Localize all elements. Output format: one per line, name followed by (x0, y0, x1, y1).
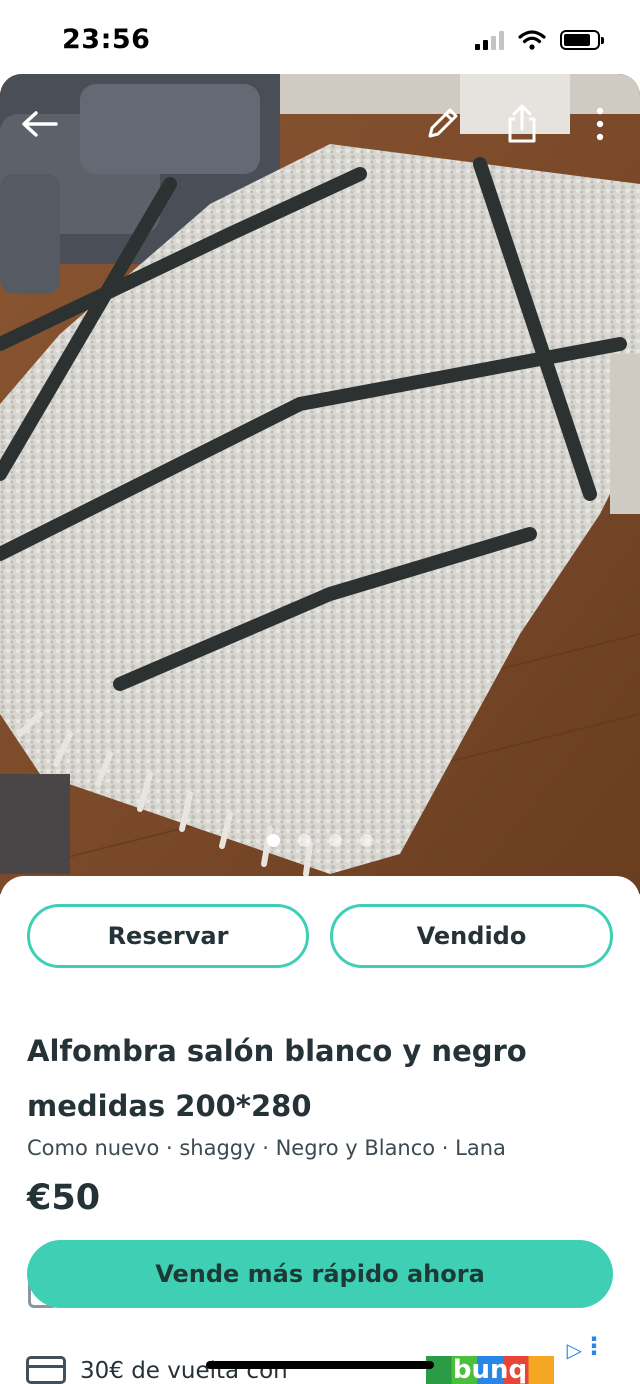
share-button[interactable] (494, 96, 550, 152)
ad-brand-label: bunq (452, 1356, 528, 1384)
wifi-icon (518, 30, 546, 50)
ad-banner[interactable]: 30€ de vuelta con bunq ▷ ⋮ (0, 1332, 640, 1384)
listing-attributes: Como nuevo · shaggy · Negro y Blanco · L… (27, 1136, 506, 1160)
listing-price: €50 (27, 1178, 101, 1218)
credit-card-icon (26, 1356, 66, 1384)
listing-photo[interactable] (0, 74, 640, 894)
pagination-dot[interactable] (360, 834, 373, 847)
gallery-pagination (0, 834, 640, 847)
share-icon (508, 104, 536, 143)
edit-pencil-icon (428, 108, 458, 138)
pagination-dot[interactable] (267, 834, 280, 847)
listing-details: Reservar Vendido Alfombra salón blanco y… (0, 876, 640, 1384)
ad-brand-logo[interactable]: bunq (426, 1356, 554, 1384)
back-arrow-icon (22, 111, 58, 137)
status-icons (475, 30, 604, 50)
more-vertical-icon (596, 107, 604, 141)
status-bar: 23:56 (0, 0, 640, 80)
ad-choices-icon[interactable]: ▷ (567, 1338, 582, 1362)
back-button[interactable] (12, 96, 68, 152)
sold-button[interactable]: Vendido (330, 904, 613, 968)
pagination-dot[interactable] (329, 834, 342, 847)
rug-photo-image (0, 74, 640, 894)
listing-title: Alfombra salón blanco y negro medidas 20… (27, 1034, 527, 1123)
ad-menu-icon[interactable]: ⋮ (582, 1334, 606, 1358)
home-indicator[interactable] (206, 1361, 434, 1369)
cellular-signal-icon (475, 30, 504, 50)
edit-button[interactable] (414, 96, 470, 152)
more-options-button[interactable] (572, 96, 628, 152)
pagination-dot[interactable] (298, 834, 311, 847)
photo-toolbar (0, 96, 640, 152)
sell-faster-button[interactable]: Vende más rápido ahora (27, 1240, 613, 1308)
reserve-button[interactable]: Reservar (27, 904, 309, 968)
battery-icon (560, 30, 604, 50)
status-time: 23:56 (62, 24, 151, 55)
